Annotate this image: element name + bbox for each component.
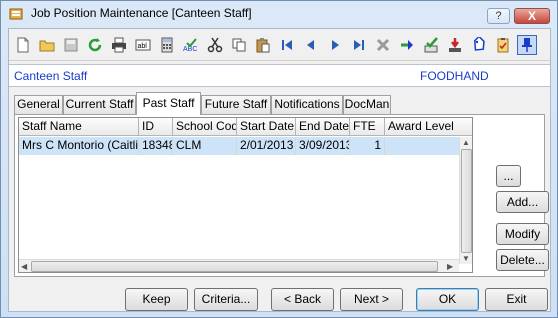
paste-icon[interactable] bbox=[253, 35, 273, 55]
new-icon[interactable] bbox=[13, 35, 33, 55]
tab-notifications[interactable]: Notifications bbox=[271, 95, 343, 114]
delete-button[interactable]: Delete... bbox=[496, 249, 549, 271]
next-record-icon[interactable] bbox=[325, 35, 345, 55]
vertical-scroll-thumb[interactable] bbox=[461, 149, 472, 253]
previous-record-icon[interactable] bbox=[301, 35, 321, 55]
copy-icon[interactable] bbox=[229, 35, 249, 55]
position-name: Canteen Staff bbox=[14, 69, 88, 83]
cell-id: 18348 bbox=[139, 137, 173, 155]
table-row[interactable]: Mrs C Montorio (Caitlin) 18348 CLM 2/01/… bbox=[19, 137, 465, 155]
calculator-icon[interactable] bbox=[157, 35, 177, 55]
tab-past-staff[interactable]: Past Staff bbox=[136, 92, 201, 115]
save-icon[interactable] bbox=[61, 35, 81, 55]
add-button[interactable]: Add... bbox=[496, 191, 549, 213]
goto-icon[interactable] bbox=[397, 35, 417, 55]
refresh-icon[interactable] bbox=[85, 35, 105, 55]
field-list-icon[interactable]: abl bbox=[133, 35, 153, 55]
title-bar: Job Position Maintenance [Canteen Staff]… bbox=[1, 1, 557, 27]
column-header-award-level[interactable]: Award Level bbox=[385, 118, 472, 136]
help-button[interactable]: ? bbox=[487, 8, 510, 24]
vertical-scrollbar[interactable]: ▲ ▼ bbox=[459, 137, 472, 264]
cell-fte: 1 bbox=[350, 137, 385, 155]
horizontal-scroll-thumb[interactable] bbox=[31, 261, 438, 272]
position-code: FOODHAND bbox=[420, 69, 489, 83]
tag-icon[interactable] bbox=[469, 35, 489, 55]
tab-docman[interactable]: DocMan bbox=[343, 95, 391, 114]
client-area: abl ABC Canteen Staff FOODHAND General C… bbox=[8, 28, 551, 312]
first-record-icon[interactable] bbox=[277, 35, 297, 55]
print-icon[interactable] bbox=[109, 35, 129, 55]
cell-award-level bbox=[385, 137, 465, 155]
scroll-down-icon[interactable]: ▼ bbox=[462, 254, 470, 263]
staff-grid: Staff Name ID School Code Start Date End… bbox=[18, 117, 473, 273]
past-staff-panel: Staff Name ID School Code Start Date End… bbox=[14, 114, 549, 277]
scroll-right-icon[interactable]: ▶ bbox=[447, 262, 453, 271]
last-record-icon[interactable] bbox=[349, 35, 369, 55]
cell-end-date: 3/09/2013 bbox=[296, 137, 350, 155]
svg-text:abl: abl bbox=[138, 43, 148, 50]
toolbar: abl ABC bbox=[9, 29, 550, 61]
delete-icon[interactable] bbox=[373, 35, 393, 55]
cell-school-code: CLM bbox=[173, 137, 237, 155]
column-header-start-date[interactable]: Start Date bbox=[237, 118, 296, 136]
app-icon bbox=[9, 8, 23, 20]
download-icon[interactable] bbox=[445, 35, 465, 55]
grid-header: Staff Name ID School Code Start Date End… bbox=[19, 118, 472, 136]
tab-future-staff[interactable]: Future Staff bbox=[201, 95, 271, 114]
modify-button[interactable]: Modify bbox=[496, 223, 549, 245]
more-button[interactable]: ... bbox=[496, 165, 521, 187]
open-icon[interactable] bbox=[37, 35, 57, 55]
column-header-school-code[interactable]: School Code bbox=[173, 118, 237, 136]
window-title: Job Position Maintenance [Canteen Staff] bbox=[31, 6, 252, 20]
next-button[interactable]: Next > bbox=[340, 288, 403, 311]
column-header-staff-name[interactable]: Staff Name bbox=[19, 118, 139, 136]
spell-check-icon[interactable]: ABC bbox=[181, 35, 201, 55]
clipboard-check-icon[interactable] bbox=[493, 35, 513, 55]
cut-icon[interactable] bbox=[205, 35, 225, 55]
tab-general[interactable]: General bbox=[14, 95, 63, 114]
tab-current-staff[interactable]: Current Staff bbox=[63, 95, 136, 114]
pin-icon[interactable] bbox=[517, 35, 537, 55]
ok-button[interactable]: OK bbox=[416, 288, 479, 311]
approve-icon[interactable] bbox=[421, 35, 441, 55]
scroll-up-icon[interactable]: ▲ bbox=[462, 138, 470, 147]
column-header-end-date[interactable]: End Date bbox=[296, 118, 350, 136]
criteria-button[interactable]: Criteria... bbox=[194, 288, 258, 311]
keep-button[interactable]: Keep bbox=[125, 288, 188, 311]
close-button[interactable]: X bbox=[514, 8, 550, 24]
scroll-left-icon[interactable]: ◀ bbox=[21, 262, 27, 271]
back-button[interactable]: < Back bbox=[271, 288, 334, 311]
exit-button[interactable]: Exit bbox=[485, 288, 548, 311]
record-header: Canteen Staff FOODHAND bbox=[9, 64, 550, 87]
column-header-id[interactable]: ID bbox=[139, 118, 173, 136]
horizontal-scrollbar[interactable]: ◀ ▶ bbox=[19, 259, 459, 272]
application-window: Job Position Maintenance [Canteen Staff]… bbox=[0, 0, 558, 318]
cell-staff-name: Mrs C Montorio (Caitlin) bbox=[19, 137, 139, 155]
column-header-fte[interactable]: FTE bbox=[350, 118, 385, 136]
cell-start-date: 2/01/2013 bbox=[237, 137, 296, 155]
